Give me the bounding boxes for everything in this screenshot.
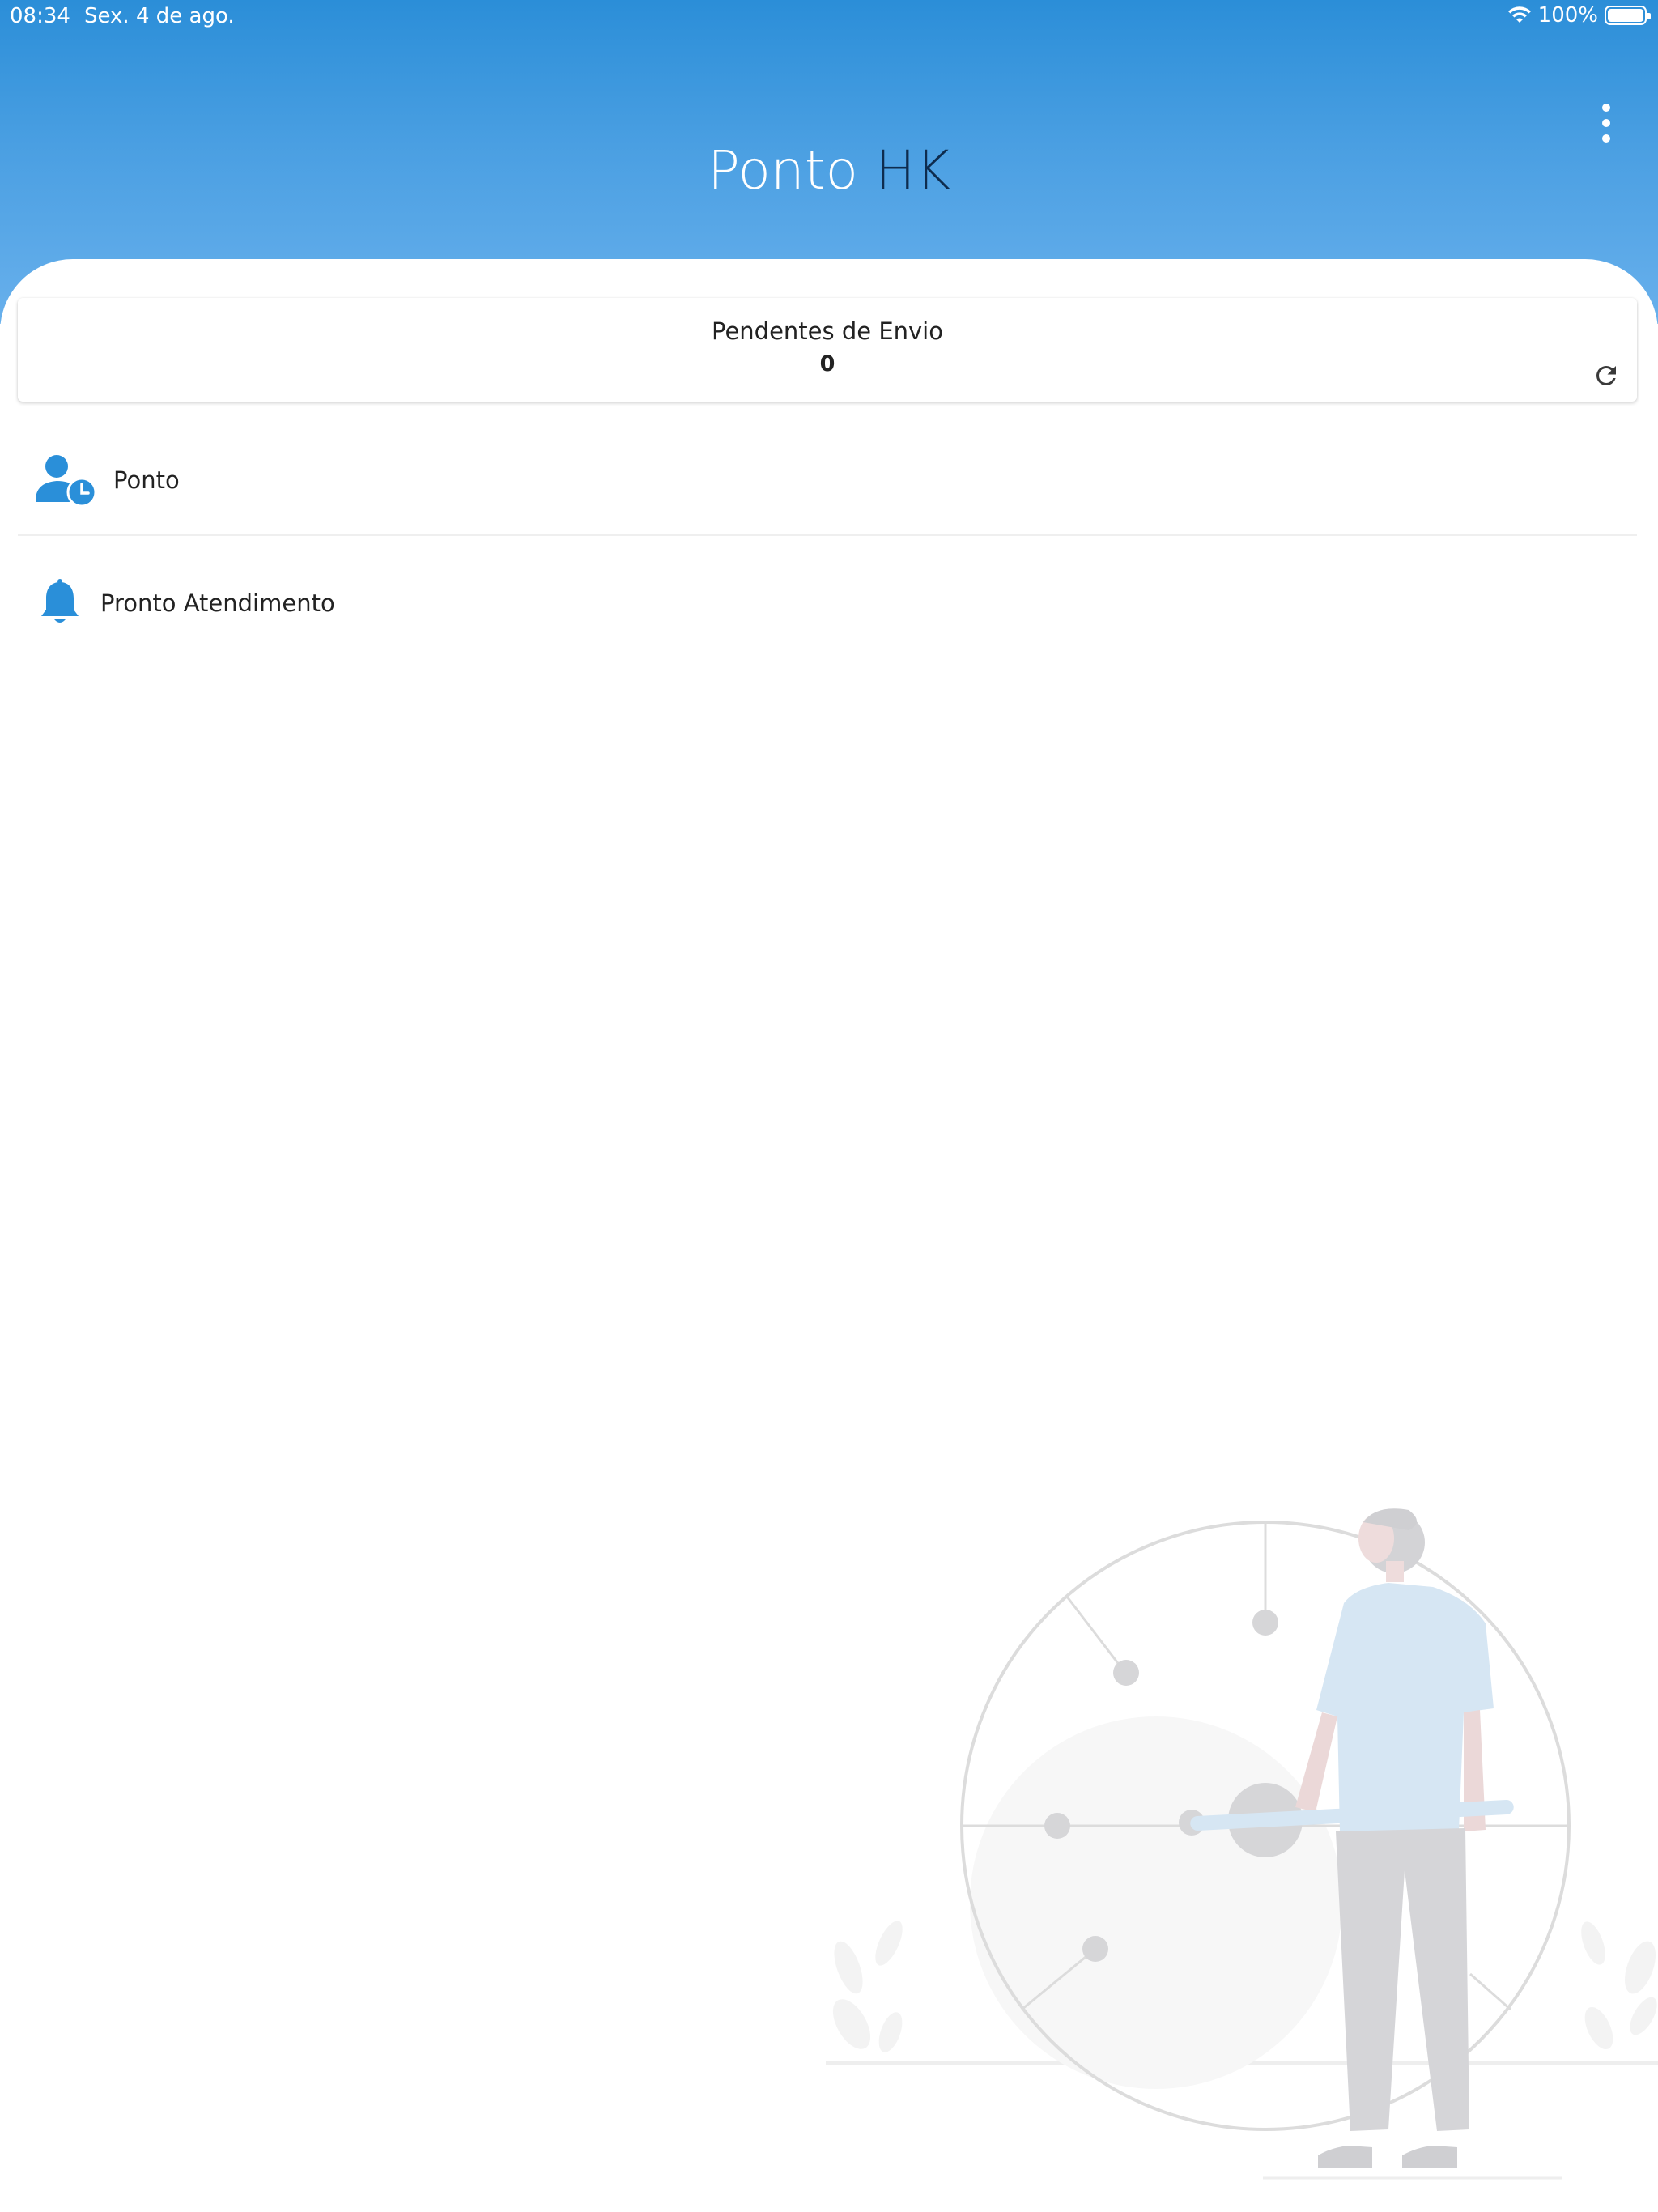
menu-item-pronto-atendimento[interactable]: Pronto Atendimento (18, 567, 1637, 640)
status-time: 08:34 (10, 4, 70, 28)
refresh-icon[interactable] (1592, 361, 1621, 390)
battery-percent: 100% (1537, 3, 1598, 28)
pending-label: Pendentes de Envio (712, 317, 943, 345)
menu-item-label-ponto: Ponto (113, 466, 180, 494)
menu-item-ponto[interactable]: Ponto (18, 444, 1637, 517)
title-part-ponto: Ponto (708, 139, 858, 202)
status-date: Sex. 4 de ago. (84, 4, 235, 28)
app-screen: 08:34 Sex. 4 de ago. 100% Ponto HK Pende… (0, 0, 1658, 2212)
user-clock-icon (36, 455, 97, 507)
bell-icon (41, 579, 79, 623)
battery-icon (1605, 6, 1651, 25)
content-sheet (0, 259, 1658, 2212)
menu-item-label-pronto-atendimento: Pronto Atendimento (100, 589, 335, 617)
menu-divider (18, 534, 1637, 536)
more-options-icon[interactable] (1596, 104, 1616, 143)
status-bar: 08:34 Sex. 4 de ago. 100% (0, 0, 1658, 36)
wifi-icon (1507, 6, 1531, 23)
pending-count: 0 (819, 351, 835, 376)
pending-sync-card: Pendentes de Envio 0 (18, 298, 1637, 402)
title-part-hk: HK (874, 139, 950, 202)
status-indicators: 100% (1507, 3, 1651, 28)
page-title: Ponto HK (0, 139, 1658, 202)
